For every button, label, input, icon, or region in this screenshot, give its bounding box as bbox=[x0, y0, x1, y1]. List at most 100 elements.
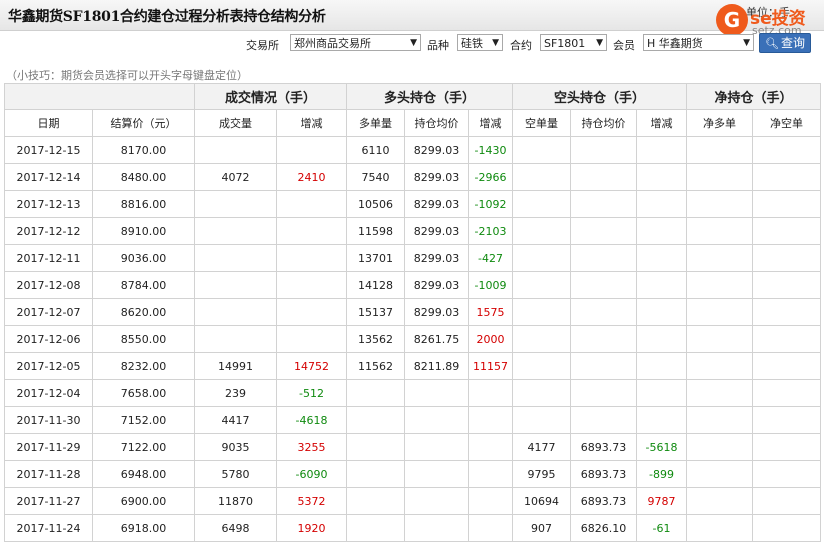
table-cell bbox=[686, 460, 754, 488]
table-cell: 4177 bbox=[512, 433, 572, 461]
table-cell: 2017-12-11 bbox=[4, 244, 93, 272]
table-cell: 9795 bbox=[512, 460, 572, 488]
table-cell bbox=[346, 460, 406, 488]
contract-label: 合约 bbox=[510, 39, 532, 52]
table-cell: 907 bbox=[512, 514, 572, 542]
filter-bar: 交易所 郑州商品交易所 ▼ 品种 硅铁 ▼ 合约 SF1801 ▼ 会员 H 华… bbox=[0, 33, 824, 54]
table-cell: 7152.00 bbox=[92, 406, 195, 434]
table-cell bbox=[512, 325, 572, 353]
table-cell: 8299.03 bbox=[404, 163, 470, 191]
table-cell bbox=[636, 352, 688, 380]
table-cell: 8170.00 bbox=[92, 136, 195, 164]
table-cell: 4417 bbox=[194, 406, 277, 434]
table-cell bbox=[686, 406, 754, 434]
table-row: 2017-11-27 6900.00 11870 5372 10694 6893.73 97… bbox=[4, 487, 822, 515]
table-cell: -4618 bbox=[275, 406, 348, 434]
column-header: 持仓均价 bbox=[570, 109, 638, 137]
exchange-select-value: 郑州商品交易所 bbox=[294, 37, 371, 50]
table-cell bbox=[275, 325, 348, 353]
table-cell bbox=[512, 352, 572, 380]
logo-mark-icon: G bbox=[716, 4, 748, 36]
table-row: 2017-12-06 8550.00 13562 8261.75 2000 bbox=[4, 325, 822, 353]
table-row: 2017-12-11 9036.00 13701 8299.03 -427 bbox=[4, 244, 822, 272]
table-cell bbox=[686, 217, 754, 245]
table-cell bbox=[346, 487, 406, 515]
query-button[interactable]: 🔍︎ 查询 bbox=[759, 33, 811, 53]
table-cell bbox=[512, 136, 572, 164]
table-cell bbox=[686, 487, 754, 515]
table-cell bbox=[752, 244, 822, 272]
table-cell: 7540 bbox=[346, 163, 406, 191]
table-cell: 10694 bbox=[512, 487, 572, 515]
column-header: 空单量 bbox=[512, 109, 572, 137]
table-cell: 1920 bbox=[275, 514, 348, 542]
table-cell bbox=[570, 325, 638, 353]
table-cell bbox=[346, 379, 406, 407]
table-cell bbox=[636, 190, 688, 218]
column-header: 净多单 bbox=[686, 109, 754, 137]
table-cell bbox=[752, 514, 822, 542]
table-cell: 6918.00 bbox=[92, 514, 195, 542]
column-header: 成交量 bbox=[194, 109, 277, 137]
table-row: 2017-12-08 8784.00 14128 8299.03 -1009 bbox=[4, 271, 822, 299]
table-cell bbox=[636, 136, 688, 164]
contract-select[interactable]: SF1801 ▼ bbox=[540, 34, 607, 51]
table-cell bbox=[194, 271, 277, 299]
table-cell: 8910.00 bbox=[92, 217, 195, 245]
table-cell bbox=[752, 460, 822, 488]
table-cell bbox=[468, 406, 514, 434]
table-cell: 2017-11-24 bbox=[4, 514, 93, 542]
table-cell bbox=[570, 406, 638, 434]
table-cell bbox=[194, 298, 277, 326]
table-cell bbox=[752, 352, 822, 380]
column-header: 多单量 bbox=[346, 109, 406, 137]
chevron-down-icon: ▼ bbox=[743, 38, 750, 48]
table-cell bbox=[570, 217, 638, 245]
table-cell: 6900.00 bbox=[92, 487, 195, 515]
variety-select[interactable]: 硅铁 ▼ bbox=[457, 34, 503, 51]
table-cell bbox=[512, 298, 572, 326]
table-cell bbox=[752, 271, 822, 299]
member-label: 会员 bbox=[613, 39, 635, 52]
table-cell: 8620.00 bbox=[92, 298, 195, 326]
table-cell: 8299.03 bbox=[404, 136, 470, 164]
table-cell bbox=[404, 514, 470, 542]
table-cell bbox=[570, 244, 638, 272]
table-cell bbox=[404, 406, 470, 434]
table-cell: 13562 bbox=[346, 325, 406, 353]
table-cell: 2017-12-15 bbox=[4, 136, 93, 164]
table-cell: 11870 bbox=[194, 487, 277, 515]
table-cell: 14752 bbox=[275, 352, 348, 380]
table-cell bbox=[686, 379, 754, 407]
table-cell: 8299.03 bbox=[404, 244, 470, 272]
table-cell bbox=[570, 379, 638, 407]
table-cell: 2017-12-13 bbox=[4, 190, 93, 218]
table-cell bbox=[686, 325, 754, 353]
table-cell: 2017-12-04 bbox=[4, 379, 93, 407]
table-cell: 8211.89 bbox=[404, 352, 470, 380]
table-cell: 14128 bbox=[346, 271, 406, 299]
column-header: 净空单 bbox=[752, 109, 822, 137]
table-cell: 8299.03 bbox=[404, 217, 470, 245]
chevron-down-icon: ▼ bbox=[410, 38, 417, 48]
table-cell bbox=[686, 271, 754, 299]
table-cell: 5372 bbox=[275, 487, 348, 515]
variety-label: 品种 bbox=[427, 39, 449, 52]
position-table: 成交情况（手） 多头持仓（手） 空头持仓（手） 净持仓（手） 日期 结算价（元）成… bbox=[4, 83, 822, 542]
member-select[interactable]: H 华鑫期货 ▼ bbox=[643, 34, 754, 51]
table-cell: 1575 bbox=[468, 298, 514, 326]
table-row: 2017-12-14 8480.00 4072 2410 7540 8299.03 -296… bbox=[4, 163, 822, 191]
table-cell: -2103 bbox=[468, 217, 514, 245]
group-header-net: 净持仓（手） bbox=[686, 83, 822, 110]
table-cell bbox=[636, 298, 688, 326]
column-header: 增减 bbox=[468, 109, 514, 137]
table-cell: 13701 bbox=[346, 244, 406, 272]
column-header: 结算价（元） bbox=[92, 109, 195, 137]
exchange-select[interactable]: 郑州商品交易所 ▼ bbox=[290, 34, 421, 51]
table-row: 2017-12-04 7658.00 239 -512 bbox=[4, 379, 822, 407]
table-cell: -1009 bbox=[468, 271, 514, 299]
table-cell bbox=[275, 217, 348, 245]
table-cell: -6090 bbox=[275, 460, 348, 488]
table-cell bbox=[346, 514, 406, 542]
member-select-value: H 华鑫期货 bbox=[647, 37, 703, 50]
